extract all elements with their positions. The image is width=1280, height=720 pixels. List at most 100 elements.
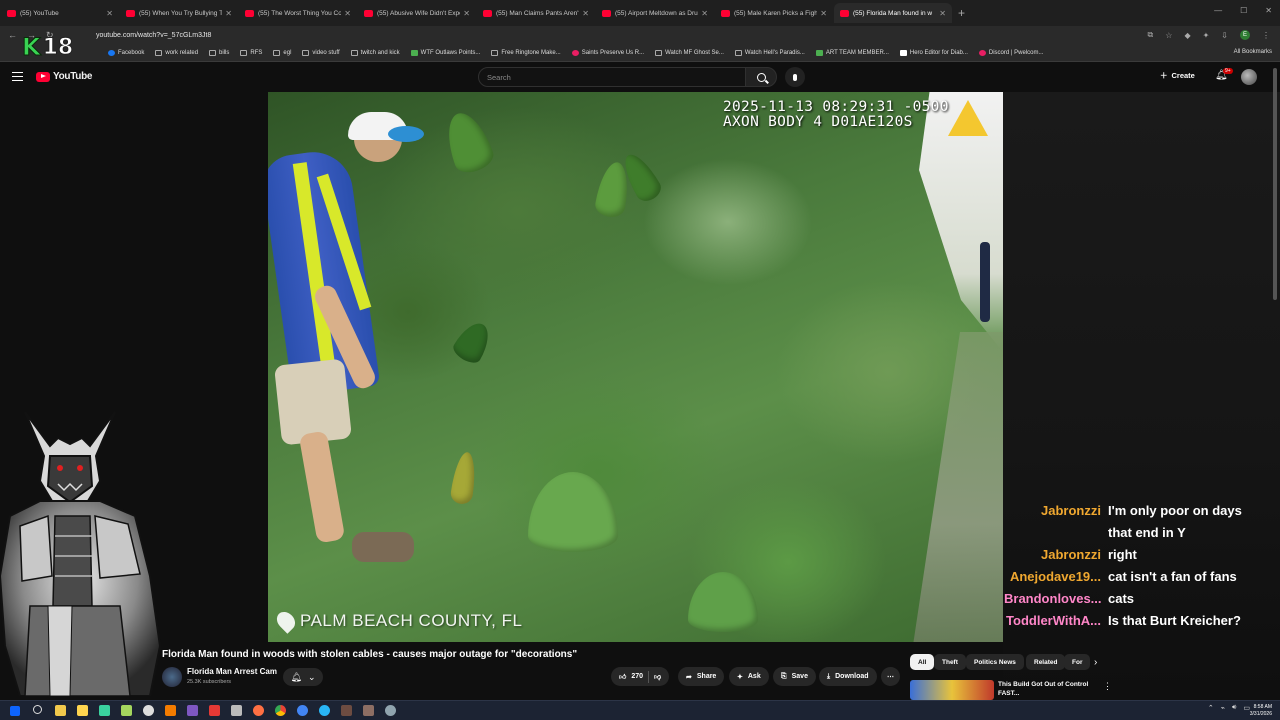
new-tab-button[interactable]: +: [958, 6, 965, 20]
bookmark-item[interactable]: Saints Preserve Us R...: [571, 49, 644, 56]
browser-tab[interactable]: (55) Florida Man found in w ✕: [834, 3, 952, 23]
tray-up-arrow-icon[interactable]: ⌃: [1208, 704, 1214, 712]
chrome-icon[interactable]: [275, 705, 286, 716]
bookmark-star-icon[interactable]: ☆: [1165, 31, 1172, 40]
search-button[interactable]: [745, 67, 777, 87]
app-icon-6[interactable]: [209, 705, 220, 716]
page-scrollbar[interactable]: [1273, 68, 1277, 300]
bookmark-item[interactable]: Facebook: [108, 49, 144, 56]
close-tab-icon[interactable]: ✕: [701, 9, 708, 18]
settings-gear-icon[interactable]: [385, 705, 396, 716]
close-window-icon[interactable]: ✕: [1265, 6, 1272, 15]
channel-avatar[interactable]: [162, 667, 182, 687]
search-input[interactable]: Search: [478, 67, 746, 87]
youtube-logo[interactable]: YouTube: [36, 71, 93, 82]
firefox-icon[interactable]: [253, 705, 264, 716]
download-icon[interactable]: ⇩: [1221, 31, 1228, 40]
more-actions-button[interactable]: ⋯: [881, 667, 900, 686]
like-dislike-button[interactable]: 👍︎ 270 👎︎: [611, 667, 670, 686]
bookmark-item[interactable]: Free Ringtone Make...: [491, 49, 561, 56]
create-button[interactable]: ＋ Create: [1160, 70, 1195, 81]
share-button[interactable]: ➦ Share: [678, 667, 725, 686]
network-icon[interactable]: ⌁: [1221, 704, 1225, 712]
app-icon-3[interactable]: [143, 705, 154, 716]
app-icon-4[interactable]: [165, 705, 176, 716]
thumbs-up-icon[interactable]: 👍︎: [619, 672, 626, 681]
taskbar-search-icon[interactable]: [33, 705, 42, 714]
bookmark-item[interactable]: Watch Hell's Paradis...: [734, 49, 805, 56]
bookmark-item[interactable]: Hero Editor for Diab...: [899, 49, 968, 56]
browser-tab[interactable]: (55) The Worst Thing You Could ✕: [239, 3, 357, 23]
sparkle-icon: ✦: [737, 673, 743, 681]
app-icon-10[interactable]: [363, 705, 374, 716]
filter-chip[interactable]: Related: [1026, 654, 1066, 670]
close-tab-icon[interactable]: ✕: [225, 9, 232, 18]
extension-icon[interactable]: ◆: [1184, 31, 1190, 40]
channel-name[interactable]: Florida Man Arrest Cam: [187, 667, 277, 676]
browser-tab[interactable]: (55) Man Claims Pants Aren't H ✕: [477, 3, 595, 23]
profile-avatar[interactable]: E: [1240, 30, 1250, 40]
video-player[interactable]: 2025-11-13 08:29:31 -0500 AXON BODY 4 D0…: [268, 92, 1003, 642]
app-icon-8[interactable]: [297, 705, 308, 716]
save-button[interactable]: ⎘ Save: [773, 667, 816, 686]
app-icon-1[interactable]: [99, 705, 110, 716]
ask-button[interactable]: ✦ Ask: [729, 667, 769, 686]
chevron-right-icon[interactable]: ›: [1094, 657, 1097, 668]
recommended-video-title[interactable]: This Build Got Out of Control FAST...: [998, 680, 1094, 698]
file-explorer-icon[interactable]: [55, 705, 66, 716]
filter-chip[interactable]: All: [910, 654, 935, 670]
close-tab-icon[interactable]: ✕: [106, 9, 113, 18]
close-tab-icon[interactable]: ✕: [463, 9, 470, 18]
recommended-video-menu-icon[interactable]: ⋮: [1103, 681, 1112, 692]
folder-icon[interactable]: [77, 705, 88, 716]
bookmark-item[interactable]: video stuff: [302, 49, 340, 56]
windows-start-icon[interactable]: [10, 706, 20, 716]
hamburger-menu-icon[interactable]: [12, 72, 23, 81]
minimize-icon[interactable]: —: [1214, 6, 1222, 15]
bookmark-item[interactable]: Watch MF Ghost Se...: [655, 49, 724, 56]
close-tab-icon[interactable]: ✕: [820, 9, 827, 18]
url-field[interactable]: youtube.com/watch?v=_57cGLm3Jt8: [96, 32, 1148, 39]
bookmark-item[interactable]: ART TEAM MEMBER...: [815, 49, 889, 56]
bookmark-item[interactable]: work related: [155, 49, 198, 56]
recommended-video-thumbnail[interactable]: [910, 680, 994, 700]
subscription-bell-button[interactable]: 🔔︎ ⌄: [283, 668, 323, 686]
bookmark-item[interactable]: bills: [209, 49, 229, 56]
bookmark-label: egl: [283, 49, 292, 56]
close-tab-icon[interactable]: ✕: [582, 9, 589, 18]
bookmark-item[interactable]: WTF Outlaws Points...: [410, 49, 480, 56]
app-icon-2[interactable]: [121, 705, 132, 716]
browser-tab[interactable]: (55) Airport Meltdown as Drun ✕: [596, 3, 714, 23]
close-tab-icon[interactable]: ✕: [939, 9, 946, 18]
bookmark-item[interactable]: twitch and kick: [350, 49, 400, 56]
app-icon-7[interactable]: [231, 705, 242, 716]
filter-chip[interactable]: For: [1064, 654, 1090, 670]
edge-icon[interactable]: [319, 705, 330, 716]
bookmark-item[interactable]: RFS: [240, 49, 263, 56]
bookmark-label: RFS: [250, 49, 263, 56]
app-icon-9[interactable]: [341, 705, 352, 716]
user-avatar[interactable]: [1241, 69, 1257, 85]
all-bookmarks-button[interactable]: All Bookmarks: [1234, 49, 1272, 55]
location-pin-icon: [273, 608, 299, 634]
app-icon-5[interactable]: [187, 705, 198, 716]
browser-tab[interactable]: (55) Male Karen Picks a Fight W✕: [715, 3, 833, 23]
filter-chip[interactable]: Politics News: [966, 654, 1024, 670]
taskbar-clock[interactable]: 8:58 AM 3/31/2026: [1250, 704, 1272, 718]
close-tab-icon[interactable]: ✕: [344, 9, 351, 18]
maximize-icon[interactable]: ☐: [1240, 6, 1247, 15]
voice-search-button[interactable]: [785, 67, 805, 87]
filter-chip[interactable]: Theft: [934, 654, 966, 670]
browser-tab[interactable]: (55) When You Try Bullying The ✕: [120, 3, 238, 23]
download-button[interactable]: ⤓ Download: [819, 667, 877, 686]
volume-icon[interactable]: 🔊︎: [1232, 704, 1236, 712]
back-icon[interactable]: ←: [8, 30, 17, 41]
chrome-menu-icon[interactable]: ⋮: [1262, 31, 1270, 40]
browser-tab[interactable]: (55) Abusive Wife Didn't Expect ✕: [358, 3, 476, 23]
bookmark-item[interactable]: Discord | Pwelcom...: [978, 49, 1043, 56]
thumbs-down-icon[interactable]: 👎︎: [654, 672, 661, 681]
extensions-puzzle-icon[interactable]: ✦: [1203, 31, 1210, 40]
bookmark-item[interactable]: egl: [273, 49, 292, 56]
install-icon[interactable]: ⧉: [1148, 30, 1154, 40]
browser-tab[interactable]: (55) YouTube ✕: [1, 3, 119, 23]
